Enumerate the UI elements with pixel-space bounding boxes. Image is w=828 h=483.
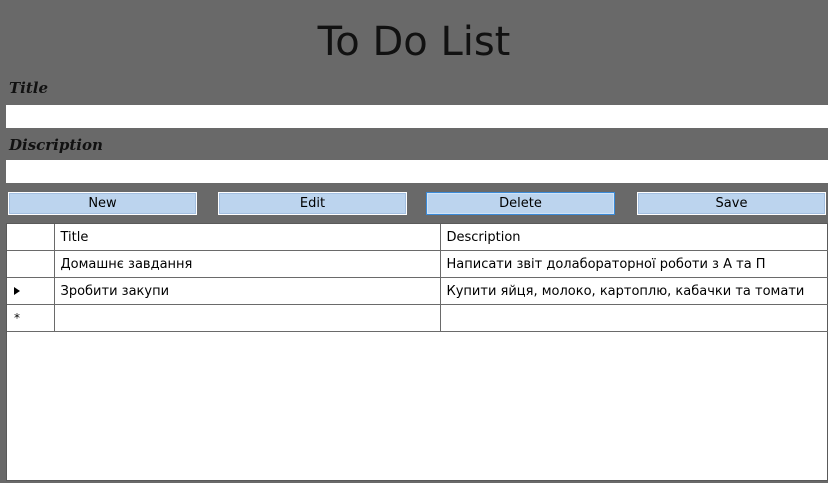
cell-title[interactable]: Зробити закупи	[53, 277, 441, 305]
row-header-cell[interactable]: *	[7, 304, 55, 332]
new-row[interactable]: *	[7, 304, 828, 332]
row-header-cell[interactable]	[7, 277, 55, 305]
new-button[interactable]: New	[8, 192, 197, 215]
app-title: To Do List	[317, 19, 511, 65]
cell-title[interactable]: Домашнє завдання	[53, 250, 441, 278]
save-button[interactable]: Save	[637, 192, 826, 215]
title-label: Title	[9, 79, 49, 97]
description-label: Discription	[9, 136, 103, 154]
todo-table: Title Description Домашнє завдання Напис…	[7, 224, 828, 332]
cell-description[interactable]	[439, 304, 828, 332]
todo-window: To Do List Title Discription New Edit De…	[0, 0, 828, 483]
cell-description[interactable]: Купити яйця, молоко, картоплю, кабачки т…	[439, 277, 828, 305]
new-row-asterisk-icon: *	[14, 311, 20, 325]
column-header-description[interactable]: Description	[439, 224, 828, 251]
cell-title[interactable]	[53, 304, 441, 332]
edit-button[interactable]: Edit	[218, 192, 407, 215]
current-row-arrow-icon	[14, 287, 20, 295]
table-row[interactable]: Зробити закупи Купити яйця, молоко, карт…	[7, 277, 828, 305]
cell-description[interactable]: Написати звіт долабораторної роботи з А …	[439, 250, 828, 278]
grid-header-row: Title Description	[7, 224, 828, 251]
delete-button[interactable]: Delete	[426, 192, 615, 215]
title-input[interactable]	[6, 105, 828, 128]
row-header-corner[interactable]	[7, 224, 55, 251]
column-header-title[interactable]: Title	[53, 224, 441, 251]
row-header-cell[interactable]	[7, 250, 55, 278]
description-input[interactable]	[6, 160, 828, 183]
table-row[interactable]: Домашнє завдання Написати звіт долаборат…	[7, 250, 828, 278]
todo-data-grid[interactable]: Title Description Домашнє завдання Напис…	[6, 223, 828, 481]
